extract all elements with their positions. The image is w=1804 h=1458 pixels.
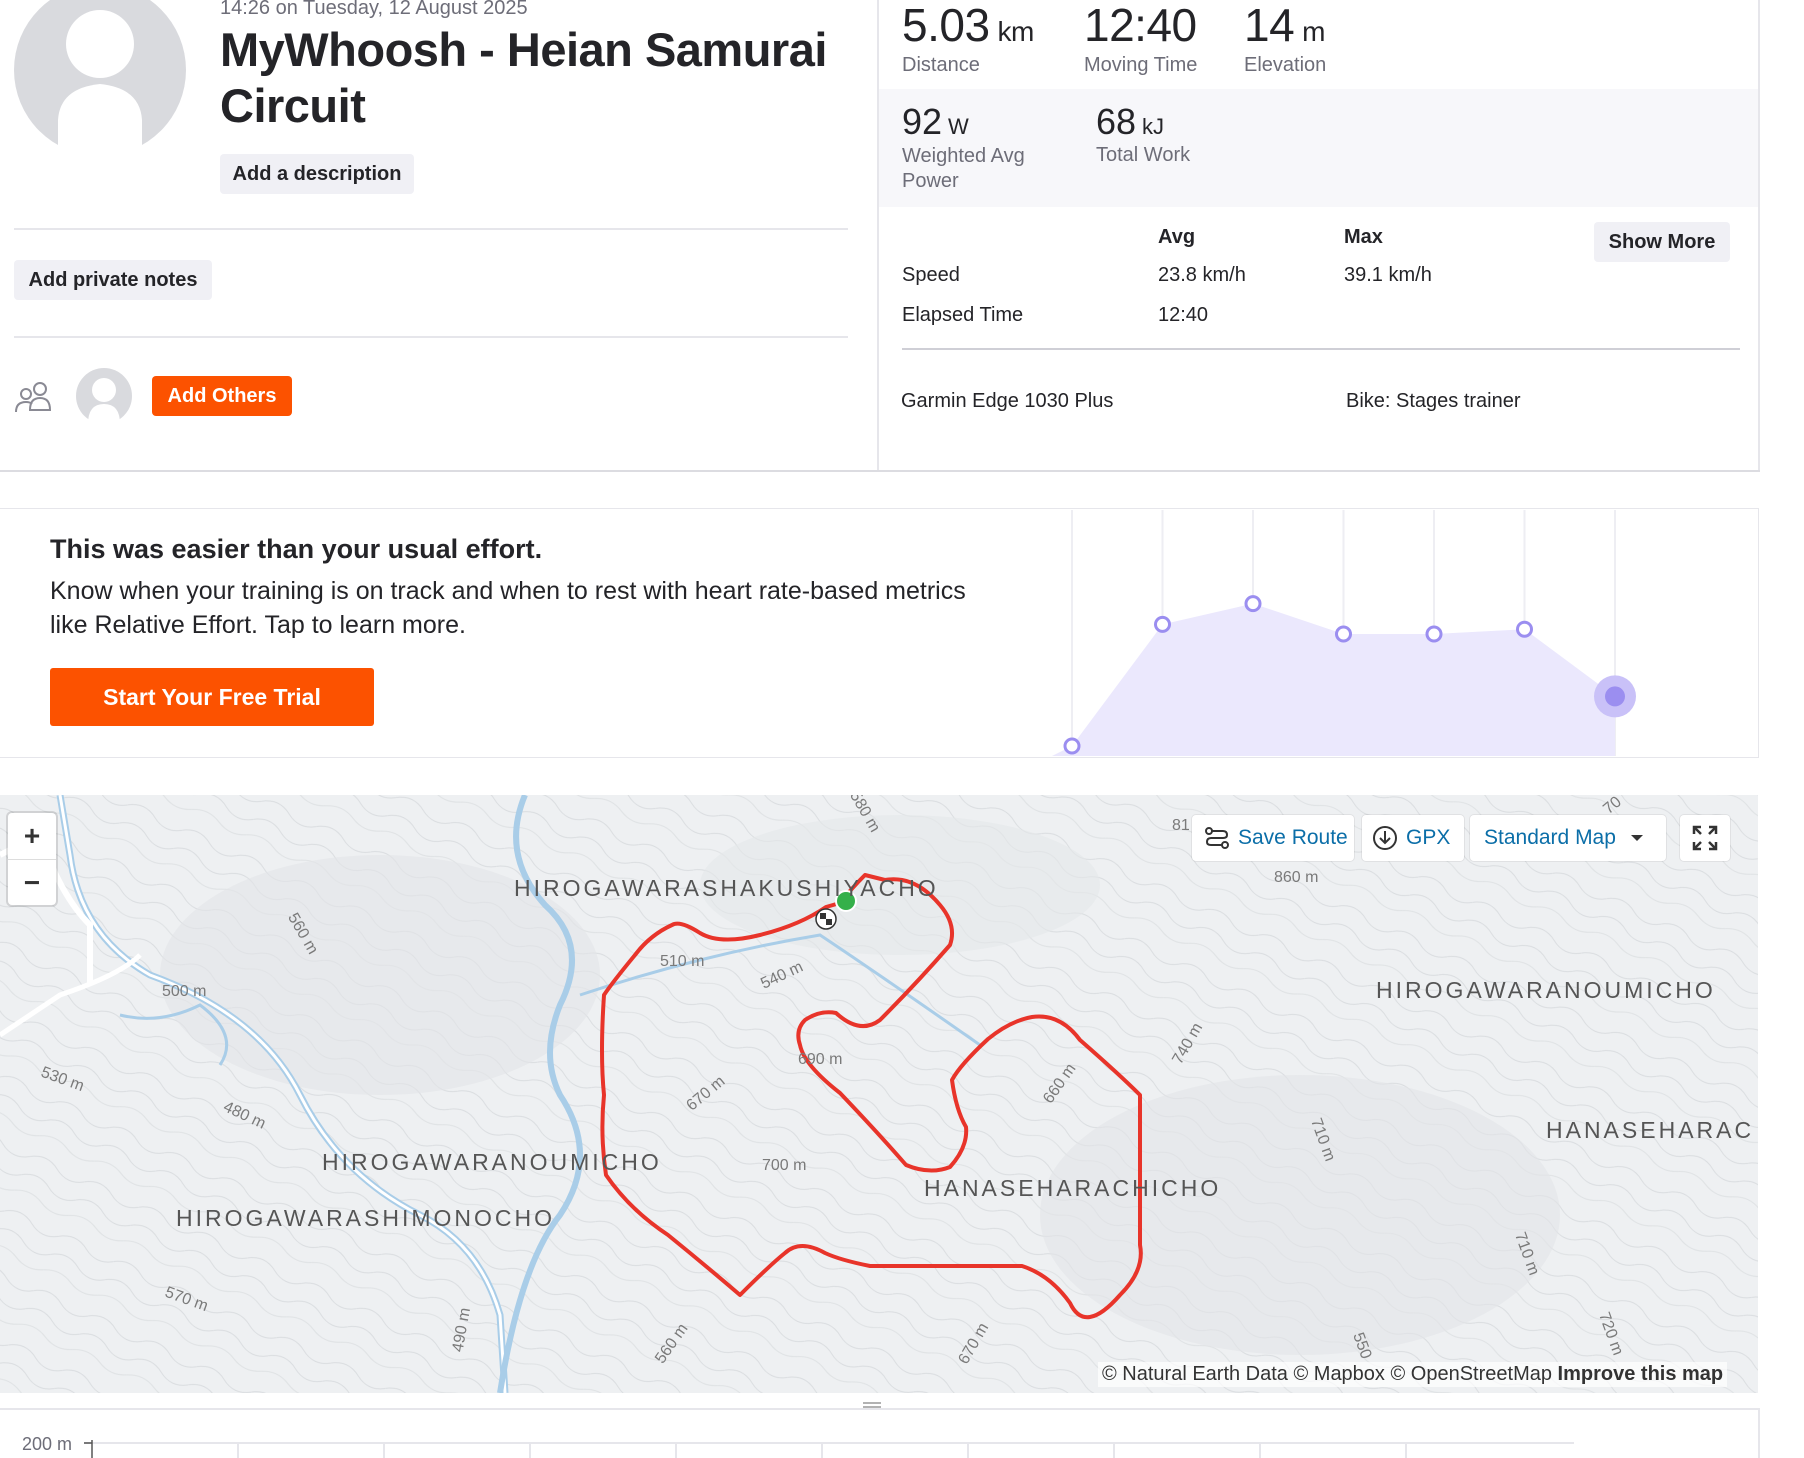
gpx-download-button[interactable]: GPX xyxy=(1362,815,1464,861)
chart-point xyxy=(1244,595,1262,613)
zoom-control: + − xyxy=(8,813,56,905)
stat-weighted-power: 92 W Weighted Avg Power xyxy=(902,104,1072,194)
stat-label: Total Work xyxy=(1096,144,1191,166)
route-icon xyxy=(1204,826,1230,850)
start-free-trial-button[interactable]: Start Your Free Trial xyxy=(50,668,374,726)
chart-point xyxy=(1605,686,1625,707)
stats-divider xyxy=(877,0,879,472)
zoom-in-button[interactable]: + xyxy=(8,813,56,860)
stat-value: 92 xyxy=(902,101,943,142)
stat-unit: kJ xyxy=(1142,114,1165,139)
relative-effort-chart xyxy=(1052,510,1636,756)
expand-icon xyxy=(1692,825,1718,851)
table-row-label: Speed xyxy=(902,264,960,286)
contour-label: 690 m xyxy=(798,1051,843,1068)
panel-border xyxy=(1758,1408,1760,1458)
stat-value: 12:40 xyxy=(1084,0,1197,51)
table-cell: 12:40 xyxy=(1158,304,1209,326)
map-place-label: HIROGAWARASHIMONOCHO xyxy=(176,1205,556,1231)
resize-handle-icon[interactable] xyxy=(862,1397,882,1408)
add-private-notes-button[interactable]: Add private notes xyxy=(14,260,212,300)
bike-name: Bike: Stages trainer xyxy=(1346,390,1521,412)
save-route-label: Save Route xyxy=(1238,826,1348,849)
table-row-label: Elapsed Time xyxy=(902,304,1024,326)
stat-label: Weighted Avg Power xyxy=(902,145,1025,192)
improve-map-link[interactable]: Improve this map xyxy=(1558,1363,1724,1385)
stat-value: 5.03 xyxy=(902,0,990,51)
download-icon xyxy=(1372,825,1398,851)
stat-total-work: 68 kJ Total Work xyxy=(1096,104,1190,167)
stat-moving-time: 12:40 Moving Time xyxy=(1084,2,1197,77)
map-style-label: Standard Map xyxy=(1484,826,1616,849)
elevation-chart-top xyxy=(0,1408,1758,1410)
map-place-label: HIROGAWARANOUMICHO xyxy=(1376,977,1716,1003)
athlete-avatar-small[interactable] xyxy=(76,368,132,424)
stat-label: Moving Time xyxy=(1084,54,1198,76)
group-people-icon xyxy=(14,380,58,416)
contour-label: 700 m xyxy=(762,1157,807,1174)
contour-label: 500 m xyxy=(162,983,207,1000)
map-place-label: HIROGAWARANOUMICHO xyxy=(322,1149,662,1175)
table-cell: 23.8 km/h xyxy=(1158,264,1246,286)
caret-down-icon xyxy=(1630,833,1644,843)
activity-timestamp: 14:26 on Tuesday, 12 August 2025 xyxy=(220,0,528,19)
chart-point xyxy=(1063,737,1081,755)
table-cell: 39.1 km/h xyxy=(1344,264,1432,286)
stat-label: Distance xyxy=(902,54,980,76)
activity-title: MyWhoosh - Heian Samurai Circuit xyxy=(220,23,827,132)
stat-distance: 5.03 km Distance xyxy=(902,2,1034,77)
add-others-button[interactable]: Add Others xyxy=(152,376,292,416)
map-attribution: © Natural Earth Data © Mapbox © OpenStre… xyxy=(1098,1362,1728,1387)
finish-flag-marker xyxy=(815,908,837,930)
chart-point xyxy=(1425,625,1443,643)
athlete-avatar[interactable] xyxy=(14,0,186,156)
device-name: Garmin Edge 1030 Plus xyxy=(901,390,1114,412)
attribution-text: © Natural Earth Data © Mapbox © OpenStre… xyxy=(1102,1363,1552,1385)
stat-unit: W xyxy=(948,114,969,139)
contour-label: 81 xyxy=(1172,817,1190,834)
stat-label: Elevation xyxy=(1244,54,1327,76)
stat-elevation: 14 m Elevation xyxy=(1244,2,1326,77)
save-route-button[interactable]: Save Route xyxy=(1192,815,1354,861)
stat-value: 14 xyxy=(1244,0,1295,51)
table-header-max: Max xyxy=(1344,226,1383,248)
map-style-dropdown[interactable]: Standard Map xyxy=(1470,815,1666,861)
panel-border xyxy=(1758,0,1760,472)
chart-point xyxy=(1516,620,1533,638)
route-map[interactable]: HIROGAWARASHAKUSHIYACHO HIROGAWARANOUMIC… xyxy=(0,795,1758,1393)
gpx-label: GPX xyxy=(1406,826,1451,849)
show-more-button[interactable]: Show More xyxy=(1594,222,1730,262)
divider xyxy=(14,228,848,230)
zoom-out-button[interactable]: − xyxy=(8,860,56,906)
divider xyxy=(14,336,848,338)
upsell-title: This was easier than your usual effort. xyxy=(50,534,543,564)
chart-point xyxy=(1154,615,1171,633)
chart-point xyxy=(1335,625,1352,643)
stat-unit: m xyxy=(1302,16,1325,47)
map-place-label: HANASEHARAC xyxy=(1546,1117,1755,1143)
stat-unit: km xyxy=(997,16,1035,47)
divider xyxy=(902,348,1740,350)
contour-label: 510 m xyxy=(660,953,705,970)
map-place-label: HANASEHARACHICHO xyxy=(924,1175,1222,1201)
stat-value: 68 xyxy=(1096,101,1137,142)
upsell-body: Know when your training is on track and … xyxy=(50,577,966,639)
elevation-axis-label: 200 m xyxy=(22,1434,73,1454)
contour-label: 860 m xyxy=(1274,869,1319,886)
fullscreen-button[interactable] xyxy=(1680,815,1730,861)
add-description-button[interactable]: Add a description xyxy=(220,154,414,194)
map-place-label: HIROGAWARASHAKUSHIYACHO xyxy=(514,875,939,901)
panel-border xyxy=(0,470,1760,472)
elevation-chart-grid xyxy=(84,1440,1574,1458)
table-header-avg: Avg xyxy=(1158,226,1196,248)
